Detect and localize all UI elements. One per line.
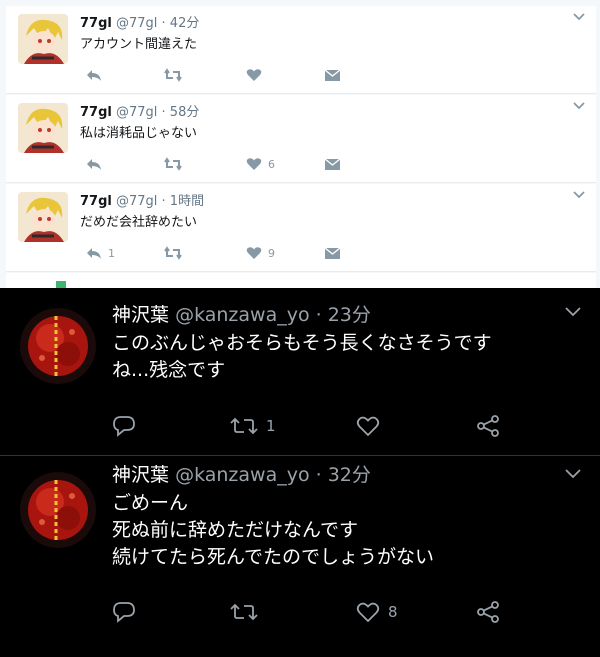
handle-and-time: @77gl · 58分: [116, 105, 200, 120]
like-icon: [356, 602, 380, 623]
like-button[interactable]: [246, 66, 268, 84]
tweet-header: 神沢葉 @kanzawa_yo · 23分: [112, 300, 371, 327]
message-icon: [324, 246, 341, 259]
reply-icon: [87, 248, 101, 259]
tweet-actions: 8: [112, 600, 512, 624]
tweet-text: 私は消耗品じゃない: [80, 126, 198, 141]
like-count: 8: [388, 603, 398, 621]
handle-and-time: @77gl · 42分: [116, 16, 200, 31]
avatar[interactable]: [18, 103, 68, 153]
reply-icon: [113, 602, 135, 623]
like-icon: [246, 158, 262, 170]
like-button[interactable]: 9: [246, 244, 275, 262]
tweet-card[interactable]: 77gl @77gl · 58分 私は消耗品じゃない 6: [6, 95, 596, 183]
reply-icon: [87, 159, 101, 170]
reply-button[interactable]: [112, 414, 136, 438]
retweet-button[interactable]: 1: [230, 414, 276, 438]
dark-timeline: 神沢葉 @kanzawa_yo · 23分 このぶんじゃおそらもそう長くなさそう…: [0, 288, 600, 657]
chevron-down-icon[interactable]: [572, 12, 586, 22]
tweet-text-line: ごめーん: [112, 492, 189, 514]
like-count: 6: [268, 157, 275, 171]
message-icon: [324, 157, 341, 170]
message-button[interactable]: [324, 244, 341, 262]
tweet-text-line: このぶんじゃおそらもそう長くなさそうです: [112, 332, 492, 354]
retweet-count: 1: [266, 417, 276, 435]
handle-and-time: @77gl · 1時間: [116, 194, 205, 209]
tweet-actions: 6: [80, 155, 380, 173]
tweet-card[interactable]: 77gl @77gl · 42分 アカウント間違えた: [6, 6, 596, 94]
reply-button[interactable]: [86, 66, 108, 84]
display-name[interactable]: 神沢葉: [112, 304, 169, 326]
display-name[interactable]: 77gl: [80, 16, 112, 31]
message-button[interactable]: [324, 66, 341, 84]
share-button[interactable]: [476, 414, 500, 438]
reply-icon: [87, 70, 101, 81]
retweet-button[interactable]: [164, 244, 182, 262]
reply-button[interactable]: 1: [86, 244, 115, 262]
retweet-icon: [230, 417, 258, 435]
like-icon: [246, 247, 262, 259]
like-button[interactable]: [356, 414, 388, 438]
tweet-header: 神沢葉 @kanzawa_yo · 32分: [112, 460, 371, 487]
like-button[interactable]: 6: [246, 155, 275, 173]
tweet-text: このぶんじゃおそらもそう長くなさそうです ね...残念です: [112, 330, 590, 384]
chevron-down-icon[interactable]: [564, 306, 582, 318]
retweet-icon: [164, 246, 182, 260]
tweet-text-line: ね...残念です: [112, 359, 226, 381]
tweet-actions: 1: [112, 414, 512, 438]
share-button[interactable]: [476, 600, 500, 624]
avatar[interactable]: [18, 14, 68, 64]
avatar[interactable]: [20, 472, 96, 548]
retweet-icon: [164, 68, 182, 82]
display-name[interactable]: 神沢葉: [112, 464, 169, 486]
reply-count: 1: [108, 246, 115, 260]
reply-icon: [113, 416, 135, 437]
like-count: 9: [268, 246, 275, 260]
tweet-text-line: 死ぬ前に辞めただけなんです: [112, 519, 359, 541]
tweet-actions: [80, 66, 380, 84]
tweet-card[interactable]: 神沢葉 @kanzawa_yo · 23分 このぶんじゃおそらもそう長くなさそう…: [0, 288, 600, 456]
tweet-header: 77gl @77gl · 42分: [80, 12, 199, 31]
like-button[interactable]: 8: [356, 600, 398, 624]
message-button[interactable]: [324, 155, 341, 173]
reply-button[interactable]: [112, 600, 136, 624]
chevron-down-icon[interactable]: [572, 190, 586, 200]
tweet-text: だめだ会社辞めたい: [80, 215, 198, 230]
chevron-down-icon[interactable]: [572, 101, 586, 111]
share-icon: [477, 415, 499, 437]
tweet-text: アカウント間違えた: [80, 37, 198, 52]
light-timeline: 77gl @77gl · 42分 アカウント間違えた 77gl @77gl · …: [0, 0, 600, 293]
display-name[interactable]: 77gl: [80, 105, 112, 120]
tweet-text-line: 続けてたら死んでたのでしょうがない: [112, 546, 435, 568]
tweet-header: 77gl @77gl · 1時間: [80, 190, 204, 209]
tweet-card[interactable]: 77gl @77gl · 1時間 だめだ会社辞めたい 1 9: [6, 184, 596, 272]
retweet-icon: [230, 603, 258, 621]
tweet-card[interactable]: 神沢葉 @kanzawa_yo · 32分 ごめーん 死ぬ前に辞めただけなんです…: [0, 456, 600, 657]
handle-and-time: @kanzawa_yo · 23分: [175, 304, 371, 326]
message-icon: [324, 68, 341, 81]
tweet-header: 77gl @77gl · 58分: [80, 101, 199, 120]
chevron-down-icon[interactable]: [564, 468, 582, 480]
reply-button[interactable]: [86, 155, 108, 173]
share-icon: [477, 601, 499, 623]
tweet-actions: 1 9: [80, 244, 380, 262]
handle-and-time: @kanzawa_yo · 32分: [175, 464, 371, 486]
retweet-button[interactable]: [164, 66, 182, 84]
avatar[interactable]: [20, 308, 96, 384]
avatar[interactable]: [18, 192, 68, 242]
display-name[interactable]: 77gl: [80, 194, 112, 209]
retweet-button[interactable]: [230, 600, 266, 624]
retweet-button[interactable]: [164, 155, 182, 173]
retweet-icon: [164, 157, 182, 171]
tweet-text: ごめーん 死ぬ前に辞めただけなんです 続けてたら死んでたのでしょうがない: [112, 490, 590, 571]
like-icon: [356, 416, 380, 437]
like-icon: [246, 69, 262, 81]
